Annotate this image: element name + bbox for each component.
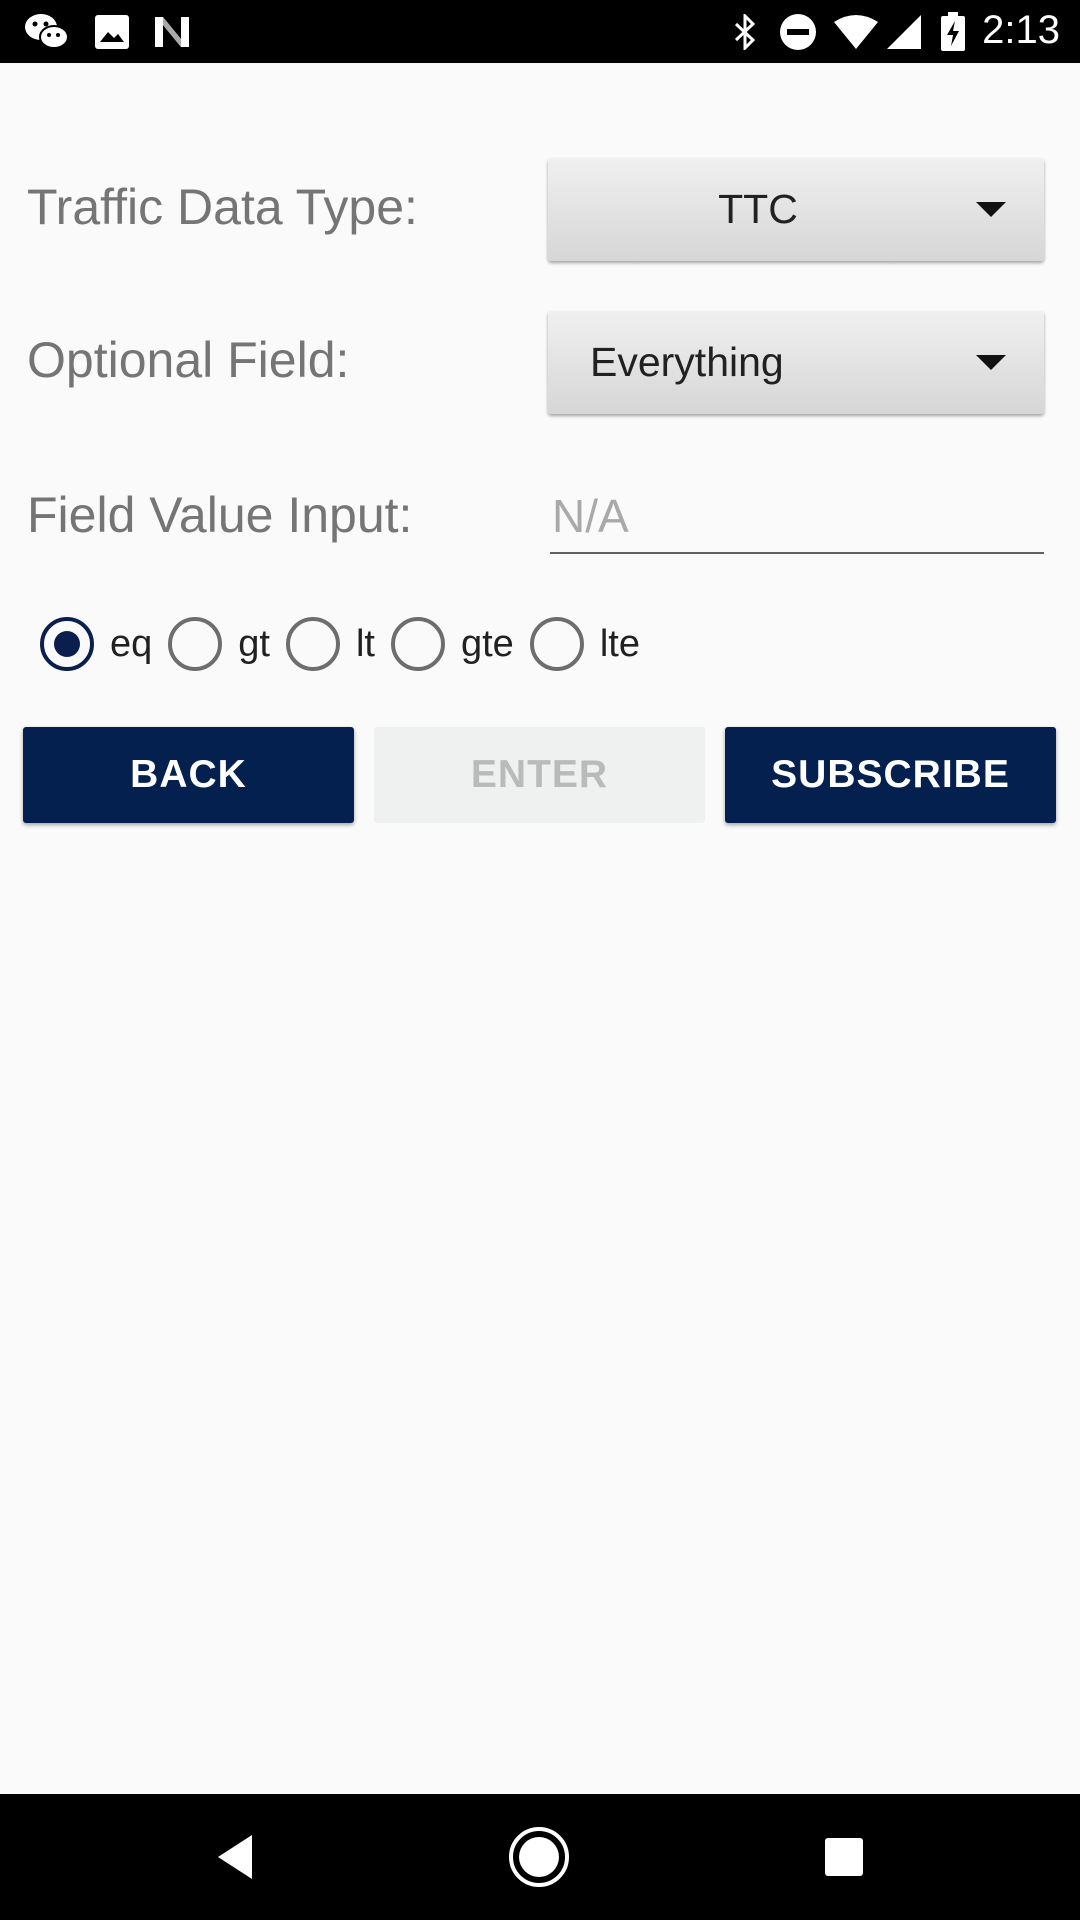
optional-field-selected: Everything: [590, 339, 784, 385]
subscribe-button[interactable]: SUBSCRIBE: [725, 727, 1056, 823]
radio-label: lte: [599, 622, 640, 665]
dropdown-arrow-icon: [976, 355, 1006, 370]
traffic-data-type-dropdown[interactable]: TTC: [548, 158, 1044, 261]
enter-button[interactable]: ENTER: [374, 727, 705, 823]
navigation-bar: [0, 1794, 1080, 1920]
traffic-data-type-label: Traffic Data Type:: [27, 179, 418, 235]
radio-eq[interactable]: eq: [40, 617, 152, 671]
wifi-icon: [832, 12, 880, 52]
traffic-data-type-selected: TTC: [718, 186, 798, 232]
operator-radio-group: eq gt lt gte lte: [40, 616, 656, 672]
wechat-icon: [22, 12, 72, 52]
optional-field-dropdown[interactable]: Everything: [548, 311, 1044, 414]
radio-unchecked-icon[interactable]: [168, 617, 223, 671]
radio-label: eq: [110, 622, 153, 665]
status-bar: 2:13: [0, 0, 1080, 63]
radio-label: gte: [460, 622, 514, 665]
radio-unchecked-icon[interactable]: [529, 617, 584, 671]
n-logo-icon: [152, 12, 192, 52]
radio-checked-icon[interactable]: [40, 617, 94, 671]
radio-gte[interactable]: gte: [390, 617, 514, 671]
status-time: 2:13: [982, 8, 1060, 52]
image-icon: [92, 12, 132, 52]
radio-unchecked-icon[interactable]: [285, 617, 340, 671]
radio-lt[interactable]: lt: [285, 617, 375, 671]
radio-unchecked-icon[interactable]: [390, 617, 445, 671]
recents-square-icon[interactable]: [811, 1824, 877, 1890]
dropdown-arrow-icon: [976, 202, 1006, 217]
back-button[interactable]: BACK: [23, 727, 354, 823]
radio-label: gt: [238, 622, 270, 665]
battery-charging-icon: [938, 12, 968, 52]
do-not-disturb-icon: [778, 12, 818, 52]
home-circle-icon[interactable]: [506, 1824, 572, 1890]
bluetooth-icon: [730, 12, 760, 52]
optional-field-label: Optional Field:: [27, 332, 350, 388]
radio-gt[interactable]: gt: [168, 617, 270, 671]
radio-lte[interactable]: lte: [529, 617, 640, 671]
back-triangle-icon[interactable]: [205, 1824, 271, 1890]
radio-label: lt: [355, 622, 375, 665]
field-value-input-label: Field Value Input:: [27, 487, 413, 543]
cellular-signal-icon: [884, 12, 924, 52]
field-value-input[interactable]: [550, 480, 1044, 554]
